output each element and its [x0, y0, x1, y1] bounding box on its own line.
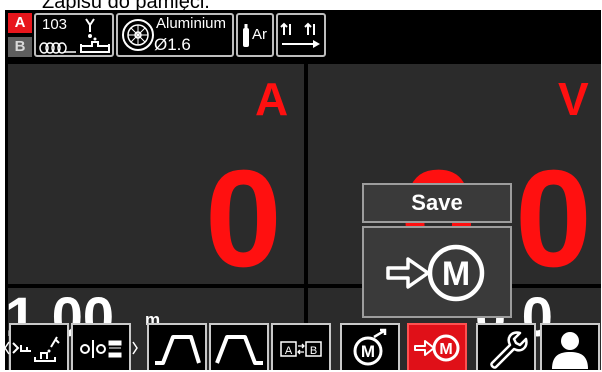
- user-icon: [552, 332, 588, 369]
- memory-save-icon: M: [386, 244, 485, 302]
- svg-text:M: M: [361, 342, 375, 361]
- save-title: Save: [362, 183, 512, 223]
- toolbar-scroll-right-icon[interactable]: [132, 341, 138, 355]
- gun-trigger-mode-button[interactable]: [71, 323, 131, 370]
- user-button[interactable]: [540, 323, 600, 370]
- arc-start-button[interactable]: [147, 323, 207, 370]
- svg-text:B: B: [310, 345, 317, 357]
- process-box[interactable]: 103: [34, 13, 114, 57]
- settings-button[interactable]: [476, 323, 536, 370]
- arc-end-ramp-icon: [215, 335, 263, 365]
- wrench-icon: [490, 331, 528, 369]
- svg-text:A: A: [285, 345, 293, 357]
- arc-control-icon: [280, 22, 320, 48]
- arc-control-box[interactable]: [276, 13, 326, 57]
- wire-box[interactable]: Aluminium Ø1.6: [116, 13, 234, 57]
- welder-screen: A B 103 Aluminium Ø1.6 Ar A 0 V 1.00 m 0…: [5, 10, 601, 370]
- memory-recall-icon: M: [353, 328, 387, 366]
- a-b-switch-icon: A B: [280, 341, 322, 357]
- memory-save-small-icon: M: [414, 334, 460, 362]
- a-b-procedure-button[interactable]: A B: [271, 323, 331, 370]
- memory-save-button[interactable]: M: [407, 323, 467, 370]
- current-value: 0: [205, 142, 282, 296]
- gas-cylinder-icon: [243, 24, 249, 47]
- voltage-unit: V: [558, 73, 589, 125]
- save-confirm-button[interactable]: M: [362, 226, 512, 318]
- memory-a-indicator[interactable]: A: [8, 13, 32, 33]
- memory-b-indicator[interactable]: B: [8, 37, 32, 57]
- toolbar-scroll-left-icon[interactable]: [5, 341, 10, 355]
- current-unit: A: [255, 73, 289, 125]
- welding-process-icon: [12, 336, 60, 362]
- wire-coil-icon: [39, 42, 76, 54]
- welding-process-button[interactable]: [9, 323, 69, 370]
- wire-spool-icon: [122, 19, 154, 51]
- trigger-mode-icon: [80, 340, 122, 358]
- arc-start-ramp-icon: [155, 335, 201, 365]
- memory-recall-button[interactable]: M: [340, 323, 400, 370]
- memory-save-letter: M: [442, 255, 470, 293]
- gas-label: Ar: [252, 26, 267, 43]
- process-number: 103: [42, 16, 68, 33]
- status-bar: A B 103 Aluminium Ø1.6 Ar: [5, 10, 601, 62]
- wire-diameter: Ø1.6: [154, 35, 191, 54]
- arc-end-button[interactable]: [209, 323, 269, 370]
- torch-workpiece-icon: [80, 18, 110, 53]
- gas-box[interactable]: Ar: [236, 13, 274, 57]
- wire-material: Aluminium: [156, 15, 227, 32]
- svg-text:M: M: [439, 341, 452, 358]
